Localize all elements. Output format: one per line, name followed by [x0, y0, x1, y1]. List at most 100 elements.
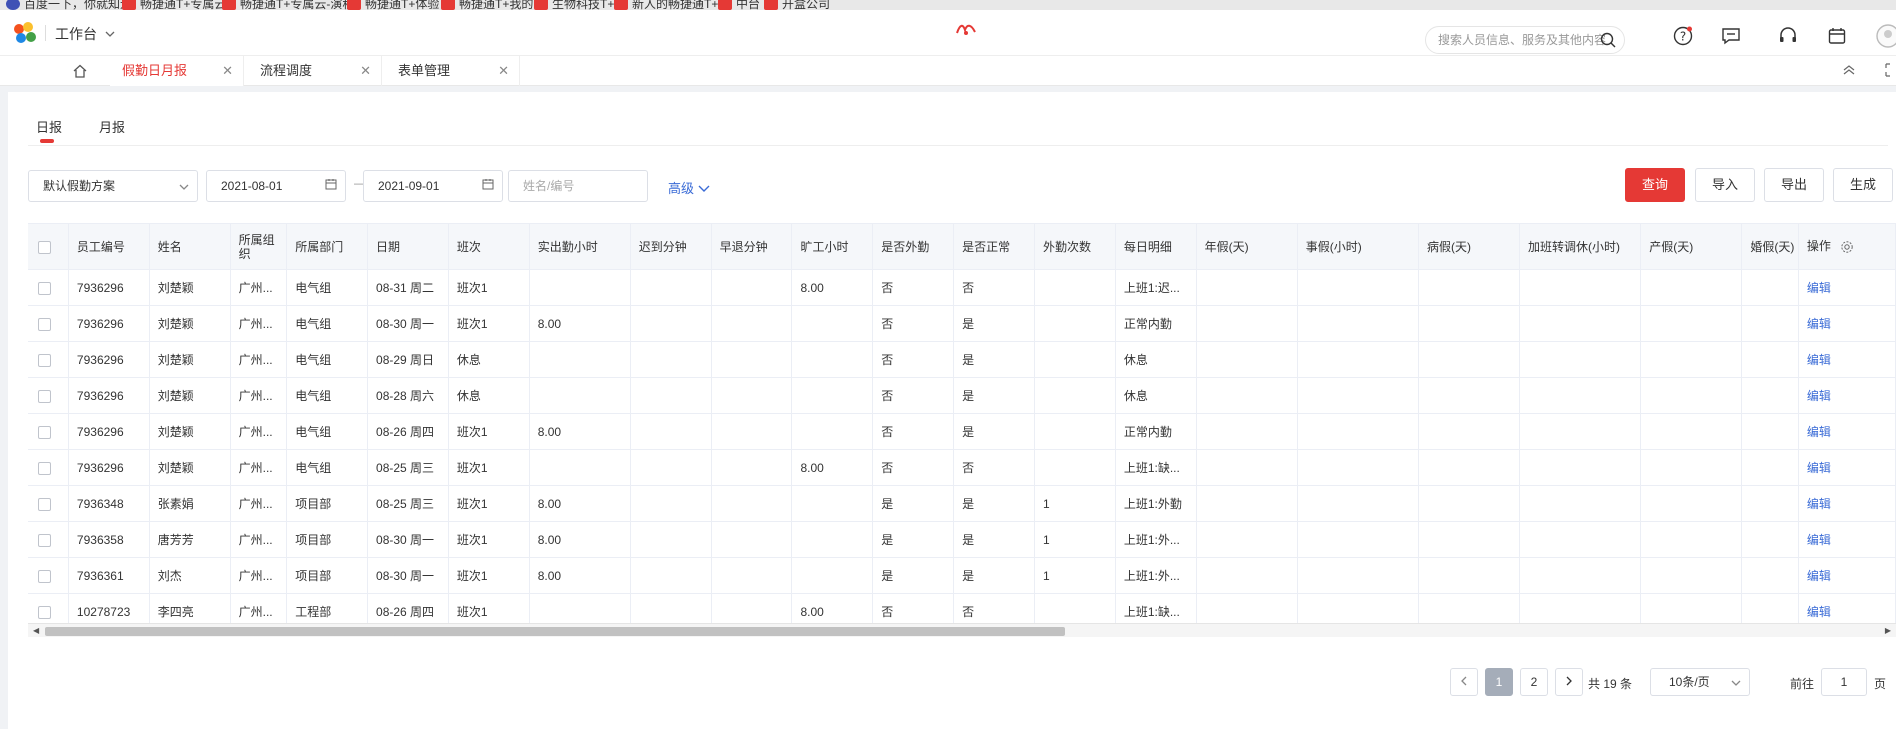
select-all-checkbox[interactable]	[38, 240, 51, 254]
row-checkbox[interactable]	[38, 425, 51, 439]
bookmark[interactable]: 畅捷通T+专属云	[122, 0, 226, 10]
table-cell: 7936296	[68, 269, 150, 306]
column-header[interactable]: 每日明细	[1115, 223, 1197, 270]
column-header[interactable]: 外勤次数	[1034, 223, 1116, 270]
row-checkbox[interactable]	[38, 605, 51, 619]
next-page-button[interactable]	[1555, 668, 1583, 696]
column-header[interactable]: 班次	[448, 223, 530, 270]
row-checkbox[interactable]	[38, 569, 51, 583]
fullscreen-icon[interactable]	[1884, 63, 1896, 77]
start-date-value: 2021-08-01	[221, 179, 283, 193]
page-button[interactable]: 2	[1520, 668, 1548, 696]
bookmark[interactable]: 中台	[718, 0, 760, 10]
close-icon[interactable]: ✕	[360, 56, 371, 86]
edit-link[interactable]: 编辑	[1798, 377, 1896, 414]
message-icon[interactable]	[1721, 26, 1741, 46]
avatar[interactable]	[1876, 24, 1896, 48]
name-code-input[interactable]: 姓名/编号	[508, 170, 648, 202]
column-header[interactable]: 员工编号	[68, 223, 150, 270]
page-button[interactable]: 1	[1485, 668, 1513, 696]
edit-link[interactable]: 编辑	[1798, 449, 1896, 486]
gear-icon[interactable]	[1840, 240, 1854, 254]
bookmark[interactable]: 百度一下，你就知道	[6, 0, 132, 10]
table-cell	[1297, 593, 1419, 623]
query-button[interactable]: 查询	[1625, 168, 1685, 202]
row-checkbox[interactable]	[38, 389, 51, 403]
column-header[interactable]: 加班转调休(小时)	[1519, 223, 1642, 270]
column-header[interactable]: 事假(小时)	[1297, 223, 1419, 270]
table-cell: 工程部	[286, 593, 369, 623]
column-header[interactable]: 是否外勤	[872, 223, 955, 270]
app-logo[interactable]	[14, 22, 38, 44]
edit-link[interactable]: 编辑	[1798, 521, 1896, 558]
column-header[interactable]: 年假(天)	[1196, 223, 1298, 270]
edit-link[interactable]: 编辑	[1798, 341, 1896, 378]
scheme-select[interactable]: 默认假勤方案	[28, 170, 198, 202]
chevron-down-icon	[698, 185, 710, 192]
column-header[interactable]: 病假(天)	[1418, 223, 1521, 270]
bookmark[interactable]: 生物科技T+	[534, 0, 614, 10]
edit-link[interactable]: 编辑	[1798, 485, 1896, 522]
generate-button[interactable]: 生成	[1833, 168, 1893, 202]
calendar-icon[interactable]	[1827, 26, 1847, 46]
scroll-left-icon[interactable]: ◀	[33, 624, 39, 638]
goto-page-input[interactable]: 1	[1821, 668, 1867, 696]
edit-link[interactable]: 编辑	[1798, 593, 1896, 623]
column-header[interactable]: 婚假(天)	[1741, 223, 1799, 270]
close-icon[interactable]: ✕	[498, 56, 509, 86]
help-icon[interactable]: ?	[1673, 26, 1693, 46]
bookmark[interactable]: 畅捷通T+体验	[347, 0, 439, 10]
tab-daily-report[interactable]: 日报	[36, 117, 62, 143]
tab-process-dispatch[interactable]: 流程调度 ✕	[248, 56, 382, 86]
bookmark[interactable]: 开盒公司	[764, 0, 830, 10]
advanced-filter-toggle[interactable]: 高级	[668, 178, 710, 197]
table-cell	[1519, 413, 1642, 450]
edit-link[interactable]: 编辑	[1798, 557, 1896, 594]
edit-link[interactable]: 编辑	[1798, 305, 1896, 342]
column-header[interactable]: 所属部门	[286, 223, 369, 270]
import-button[interactable]: 导入	[1695, 168, 1755, 202]
start-date-picker[interactable]: 2021-08-01	[206, 170, 346, 202]
column-header[interactable]: 迟到分钟	[630, 223, 712, 270]
end-date-picker[interactable]: 2021-09-01	[363, 170, 503, 202]
row-select-cell	[28, 377, 69, 414]
column-header[interactable]: 旷工小时	[791, 223, 874, 270]
scrollbar-thumb[interactable]	[45, 627, 1065, 636]
row-checkbox[interactable]	[38, 461, 51, 475]
headset-icon[interactable]	[1778, 26, 1798, 46]
prev-page-button[interactable]	[1450, 668, 1478, 696]
table-cell	[711, 413, 793, 450]
column-header[interactable]: 产假(天)	[1640, 223, 1743, 270]
edit-link[interactable]: 编辑	[1798, 269, 1896, 306]
column-header[interactable]: 姓名	[149, 223, 231, 270]
column-header[interactable]: 早退分钟	[711, 223, 793, 270]
export-button[interactable]: 导出	[1764, 168, 1824, 202]
column-header[interactable]: 日期	[367, 223, 449, 270]
global-search-input[interactable]: 搜索人员信息、服务及其他内容	[1425, 26, 1625, 54]
table-body: 7936296 刘楚颖 广州... 电气组 08-31 周二 班次1 8.00 否否上班1:迟…	[28, 269, 1896, 623]
tab-attendance-report[interactable]: 假勤日月报 ✕	[110, 56, 244, 86]
row-checkbox[interactable]	[38, 317, 51, 331]
page-size-select[interactable]: 10条/页	[1650, 668, 1750, 696]
row-checkbox[interactable]	[38, 497, 51, 511]
search-icon[interactable]	[1600, 32, 1616, 48]
edit-link[interactable]: 编辑	[1798, 413, 1896, 450]
end-date-value: 2021-09-01	[378, 179, 440, 193]
workbench-menu[interactable]: 工作台	[45, 24, 115, 44]
bookmark[interactable]: 新人的畅捷通T+	[614, 0, 718, 10]
scroll-right-icon[interactable]: ▶	[1885, 624, 1891, 638]
column-header[interactable]: 所属组织	[230, 223, 288, 270]
row-checkbox[interactable]	[38, 533, 51, 547]
column-header[interactable]: 是否正常	[953, 223, 1035, 270]
row-checkbox[interactable]	[38, 353, 51, 367]
tab-form-management[interactable]: 表单管理 ✕	[386, 56, 520, 86]
tab-monthly-report[interactable]: 月报	[99, 117, 125, 136]
home-icon[interactable]	[65, 63, 95, 79]
horizontal-scrollbar[interactable]: ◀ ▶	[28, 623, 1896, 637]
bookmark[interactable]: 畅捷通T+专属云-演程	[222, 0, 354, 10]
collapse-up-icon[interactable]	[1842, 65, 1856, 75]
column-header[interactable]: 实出勤小时	[529, 223, 631, 270]
row-checkbox[interactable]	[38, 281, 51, 295]
close-icon[interactable]: ✕	[222, 56, 233, 86]
bookmark[interactable]: 畅捷通T+我的	[441, 0, 533, 10]
